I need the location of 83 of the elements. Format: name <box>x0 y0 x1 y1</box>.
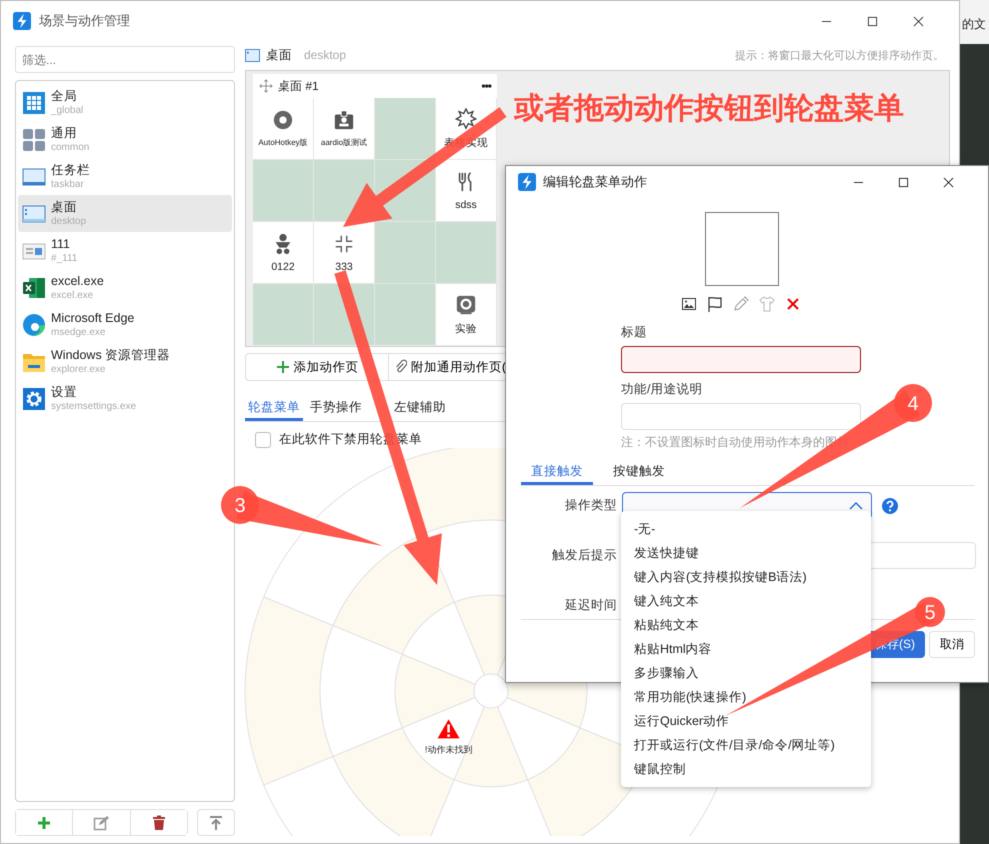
scene-item[interactable]: 111 #_111 <box>18 232 232 269</box>
paperclip-icon <box>395 359 407 375</box>
flag-icon[interactable] <box>707 296 723 312</box>
dropdown-option[interactable]: 发送快捷键 <box>621 541 871 565</box>
action-page-title: 桌面 #1 <box>278 78 319 94</box>
description-field[interactable] <box>621 403 861 430</box>
image-icon[interactable] <box>681 296 697 312</box>
action-button[interactable]: aardio版测试 <box>314 98 374 159</box>
maximize-icon[interactable] <box>898 176 909 188</box>
filter-field[interactable]: 筛选... <box>15 46 235 73</box>
add-button[interactable] <box>16 810 74 835</box>
plus-icon <box>276 360 290 374</box>
chevron-icon <box>849 502 863 510</box>
scene-item[interactable]: excel.exe excel.exe <box>18 269 232 306</box>
maximize-icon[interactable] <box>867 16 878 26</box>
scene-icon <box>22 128 46 152</box>
app-logo-icon <box>13 12 31 30</box>
move-top-button[interactable] <box>197 809 235 836</box>
webcam-icon <box>455 294 477 316</box>
background-window-text: 的文 <box>962 16 986 33</box>
action-button[interactable]: 0122 <box>253 222 313 283</box>
dropdown-option[interactable]: 常用功能(快速操作) <box>621 685 871 709</box>
scene-item[interactable]: 全局 _global <box>18 84 232 121</box>
field-label: 标题 <box>621 324 648 341</box>
annotation-headline: 或者拖动动作按钮到轮盘菜单 <box>514 91 904 127</box>
app-logo-icon <box>518 173 536 191</box>
edit-icon <box>93 814 110 830</box>
action-button[interactable]: AutoHotkey版 <box>253 98 313 159</box>
clear-icon[interactable] <box>785 296 801 312</box>
scene-icon <box>22 312 46 336</box>
field-label: 操作类型 <box>564 497 617 514</box>
dropdown-option[interactable]: 打开或运行(文件/目录/命令/网址等) <box>621 733 871 757</box>
dropdown-option[interactable]: 运行Quicker动作 <box>621 709 871 733</box>
help-icon[interactable] <box>882 498 898 514</box>
warning-icon <box>438 719 460 738</box>
scene-item[interactable]: 任务栏 taskbar <box>18 158 232 195</box>
disc-icon <box>272 109 294 131</box>
scene-icon <box>22 276 46 300</box>
move-icon[interactable] <box>259 79 273 93</box>
tab[interactable]: 直接触发 <box>521 463 593 485</box>
wheel-item-label: !动作未找到 <box>424 744 472 754</box>
more-button[interactable]: ••• <box>481 79 491 93</box>
field-label: 功能/用途说明 <box>621 381 704 398</box>
field-label: 触发后提示 <box>551 547 617 564</box>
dropdown-option[interactable]: 键入纯文本 <box>621 589 871 613</box>
tab[interactable]: 按键触发 <box>603 463 675 485</box>
action-button[interactable]: 333 <box>314 222 374 283</box>
scene-item[interactable]: 设置 systemsettings.exe <box>18 380 232 417</box>
tab[interactable]: 轮盘菜单 <box>245 397 303 421</box>
scene-item[interactable]: Microsoft Edge msedge.exe <box>18 306 232 343</box>
starburst-icon <box>455 108 477 130</box>
add-page-button[interactable]: 添加动作页 <box>245 353 389 381</box>
scene-icon <box>22 386 46 410</box>
trash-icon <box>150 814 167 830</box>
plus-icon <box>36 814 52 830</box>
shirt-icon[interactable] <box>759 296 775 312</box>
checkbox[interactable] <box>255 432 271 448</box>
tab[interactable]: 手势操作 <box>307 397 365 421</box>
cancel-button[interactable]: 取消 <box>929 631 975 658</box>
dialog-title: 编辑轮盘菜单动作 <box>543 173 647 191</box>
id-badge-icon <box>333 109 355 131</box>
title-field[interactable] <box>621 346 861 373</box>
desktop-icon <box>245 48 260 62</box>
dropdown-option[interactable]: 键鼠控制 <box>621 757 871 781</box>
tab[interactable]: 左键辅助 <box>391 397 449 421</box>
icon-preview[interactable] <box>705 212 779 286</box>
scene-item[interactable]: 桌面 desktop <box>18 195 232 232</box>
hint-text: 提示：将窗口最大化可以方便排序动作页。 <box>735 48 944 62</box>
page-title: 桌面 <box>266 46 292 64</box>
page-subtitle: desktop <box>304 48 346 62</box>
scene-item[interactable]: 通用 common <box>18 121 232 158</box>
dropdown-option[interactable]: 多步骤输入 <box>621 661 871 685</box>
action-button[interactable]: 实验 <box>436 284 496 345</box>
arrow-to-top-icon <box>208 814 224 830</box>
field-label: 延迟时间 <box>564 597 617 614</box>
window-title: 场景与动作管理 <box>39 12 130 30</box>
close-icon[interactable] <box>913 16 924 26</box>
dropdown-option[interactable]: 键入内容(支持模拟按键B语法) <box>621 565 871 589</box>
dropdown-option[interactable]: -无- <box>621 517 871 541</box>
action-button[interactable]: sdss <box>436 160 496 221</box>
scene-icon <box>22 90 46 114</box>
close-icon[interactable] <box>943 176 954 188</box>
scene-item[interactable]: Windows 资源管理器 explorer.exe <box>18 343 232 380</box>
